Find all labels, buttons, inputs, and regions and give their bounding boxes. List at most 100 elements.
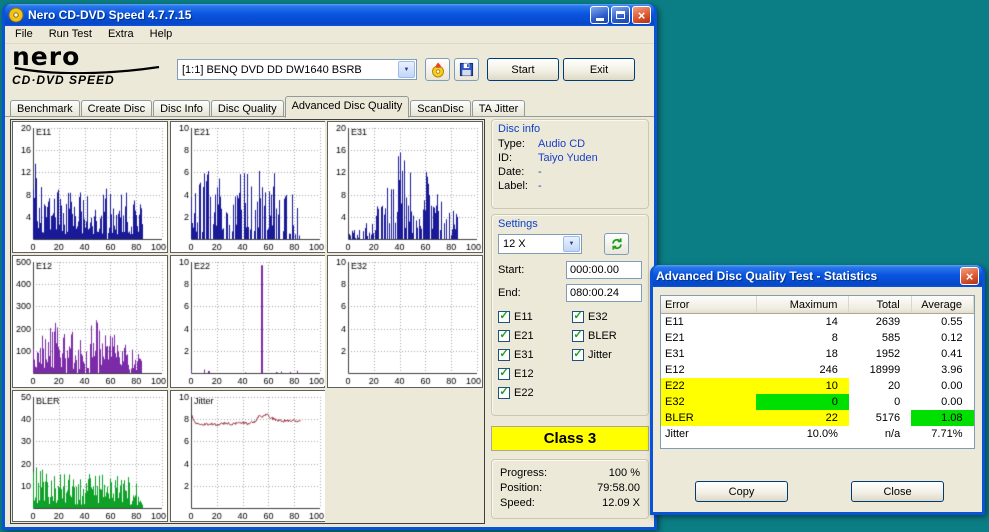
start-time-input[interactable] [566,261,642,279]
disc-type-label: Type: [498,137,538,151]
stats-cell: E32 [661,394,756,410]
chart-canvas-e21 [171,122,325,252]
disc-date-label: Date: [498,165,538,179]
checkbox-e12[interactable]: ✓E12 [498,367,572,380]
progress-label: Progress: [500,466,547,481]
end-time-input[interactable] [566,284,642,302]
chart-canvas-e12 [13,256,167,386]
checkbox-label: E31 [514,349,534,361]
disc-date-value: - [538,165,542,179]
drive-select-value: [1:1] BENQ DVD DD DW1640 BSRB [182,64,362,76]
tab-scandisc[interactable]: ScanDisc [410,100,470,117]
stats-col-total[interactable]: Total [849,296,911,314]
tab-disc-quality[interactable]: Disc Quality [211,100,284,117]
tab-disc-info[interactable]: Disc Info [153,100,210,117]
chart-canvas-e32 [328,256,482,386]
main-titlebar[interactable]: Nero CD-DVD Speed 4.7.7.15 × [5,4,654,26]
desktop: Nero CD-DVD Speed 4.7.7.15 × File Run Te… [0,0,989,532]
checkbox-e32[interactable]: ✓E32 [572,310,617,323]
drive-select[interactable]: [1:1] BENQ DVD DD DW1640 BSRB ▼ [177,59,417,80]
stats-cell: E12 [661,362,756,378]
stats-cell: 18999 [849,362,911,378]
chevron-down-icon[interactable]: ▼ [398,61,415,78]
stats-row-e31[interactable]: E311819520.41 [661,346,974,362]
right-panel: Disc info Type:Audio CD ID:Taiyo Yuden D… [491,119,649,519]
burn-options-button[interactable] [425,58,450,81]
disc-type-value: Audio CD [538,137,585,151]
stats-close-action-button[interactable]: Close [851,481,944,502]
checkbox-e11[interactable]: ✓E11 [498,310,572,323]
stats-row-bler[interactable]: BLER2251761.08 [661,410,974,426]
burn-disc-icon [430,62,446,78]
stats-table: ErrorMaximumTotalAverageE111426390.55E21… [661,296,974,442]
speed-value: 12.09 X [602,496,640,511]
stats-window-title: Advanced Disc Quality Test - Statistics [656,269,956,283]
copy-button[interactable]: Copy [695,481,788,502]
nero-main-window: Nero CD-DVD Speed 4.7.7.15 × File Run Te… [2,4,657,530]
menu-help[interactable]: Help [142,26,181,43]
tab-create-disc[interactable]: Create Disc [81,100,152,117]
minimize-button[interactable] [590,6,609,24]
checkbox-bler[interactable]: ✓BLER [572,329,617,342]
checkmark-icon: ✓ [498,330,510,342]
chart-panel-jitter [170,390,326,522]
stats-cell: 585 [849,330,911,346]
checkmark-icon: ✓ [498,349,510,361]
tab-advanced-disc-quality[interactable]: Advanced Disc Quality [285,96,410,118]
checkbox-e22[interactable]: ✓E22 [498,386,572,399]
checkbox-label: E12 [514,368,534,380]
checkbox-label: E21 [514,330,534,342]
maximize-button[interactable] [611,6,630,24]
stats-cell: 0.55 [911,314,973,331]
close-button[interactable]: × [632,6,651,24]
stats-row-e21[interactable]: E2185850.12 [661,330,974,346]
chevron-down-icon[interactable]: ▼ [563,236,580,252]
stats-cell: 1952 [849,346,911,362]
stats-cell: 20 [849,378,911,394]
stats-row-jitter[interactable]: Jitter10.0%n/a7.71% [661,426,974,442]
cddvd-speed-logo-text: CD·DVD SPEED [12,73,172,87]
speed-select-value: 12 X [503,238,526,250]
stats-cell: 0 [849,394,911,410]
checkmark-icon: ✓ [572,349,584,361]
stats-cell: 0.00 [911,378,973,394]
stats-cell: 10.0% [756,426,848,442]
stats-cell: E31 [661,346,756,362]
start-button[interactable]: Start [487,58,559,81]
stats-cell: E21 [661,330,756,346]
menu-run-test[interactable]: Run Test [41,26,100,43]
floppy-save-icon [459,62,474,77]
stats-col-maximum[interactable]: Maximum [756,296,848,314]
progress-value: 100 % [609,466,640,481]
quality-class-banner: Class 3 [491,426,649,451]
refresh-button[interactable] [604,233,629,255]
exit-button[interactable]: Exit [563,58,635,81]
stats-titlebar[interactable]: Advanced Disc Quality Test - Statistics … [653,265,982,287]
stats-row-e32[interactable]: E32000.00 [661,394,974,410]
stats-close-button[interactable]: × [960,267,979,285]
tab-benchmark[interactable]: Benchmark [10,100,80,117]
stats-cell: 2639 [849,314,911,331]
checkbox-e21[interactable]: ✓ E21 [498,329,572,342]
menu-extra[interactable]: Extra [100,26,142,43]
stats-cell: 3.96 [911,362,973,378]
checkbox-e31[interactable]: ✓ E31 [498,348,572,361]
menu-file[interactable]: File [7,26,41,43]
tab-bar: Benchmark Create Disc Disc Info Disc Qua… [5,96,654,117]
error-type-checkboxes: ✓E11✓E21✓E31✓E12✓E22 ✓E32✓BLER✓Jitter [498,310,642,399]
checkmark-icon: ✓ [572,311,584,323]
stats-row-e22[interactable]: E2210200.00 [661,378,974,394]
stats-cell: 246 [756,362,848,378]
stats-cell: n/a [849,426,911,442]
stats-col-error[interactable]: Error [661,296,756,314]
speed-select[interactable]: 12 X ▼ [498,234,582,254]
stats-row-e11[interactable]: E111426390.55 [661,314,974,331]
checkbox-jitter[interactable]: ✓Jitter [572,348,617,361]
stats-col-average[interactable]: Average [911,296,973,314]
start-time-label: Start: [498,264,524,276]
charts-grid [10,119,485,524]
progress-panel: Progress:100 % Position:79:58.00 Speed:1… [491,459,649,519]
tab-ta-jitter[interactable]: TA Jitter [472,100,526,117]
save-button[interactable] [454,58,479,81]
stats-row-e12[interactable]: E12246189993.96 [661,362,974,378]
